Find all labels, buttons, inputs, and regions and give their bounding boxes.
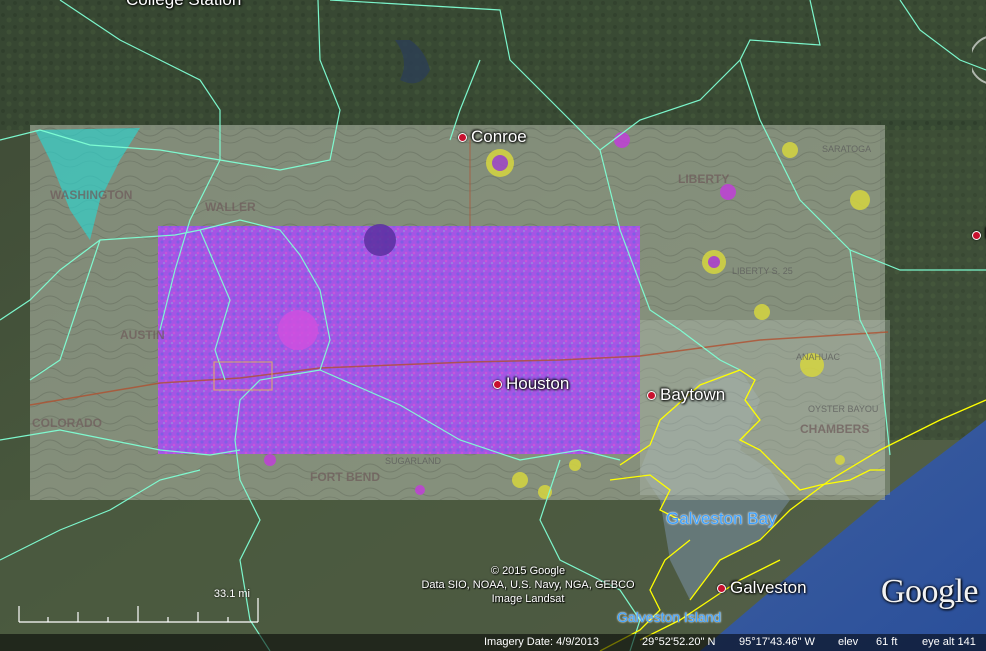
overlay-label-anahuac: ANAHUAC	[796, 352, 841, 362]
city-label-baytown[interactable]: Baytown	[647, 385, 725, 405]
map-view[interactable]: WASHINGTON WALLER AUSTIN COLORADO FORT B…	[0, 0, 986, 651]
city-name: College Station	[126, 0, 241, 10]
city-name: Baytown	[660, 385, 726, 404]
city-marker-icon	[717, 583, 726, 593]
scale-ruler-icon	[18, 598, 259, 623]
city-label-houston[interactable]: Houston	[493, 374, 569, 394]
google-logo: Google	[880, 573, 979, 610]
overlay-label-chambers: CHAMBERS	[800, 422, 870, 436]
water-label-galveston-bay[interactable]: Galveston Bay	[666, 509, 777, 529]
city-label-edge[interactable]: B	[972, 226, 986, 244]
elevation-label: elev	[838, 636, 859, 648]
city-marker-icon	[493, 379, 502, 389]
city-name: Houston	[506, 374, 570, 393]
overlay-label-oyster-bayou: OYSTER BAYOU	[808, 404, 879, 414]
longitude-readout: 95°17'43.46" W	[739, 636, 815, 648]
city-label-college-station[interactable]: College Station	[126, 0, 241, 10]
city-name: Galveston	[730, 578, 807, 597]
status-bar: Imagery Date: 4/9/2013 29°52'52.20" N 95…	[0, 634, 986, 651]
overlay-label-sugarland: SUGARLAND	[385, 456, 442, 466]
overlay-label-washington: WASHINGTON	[50, 188, 133, 202]
scale-bar: 33.1 mi	[18, 588, 260, 624]
elevation-value: 61 ft	[876, 636, 898, 648]
imagery-date: Imagery Date: 4/9/2013	[484, 636, 599, 648]
satellite-imagery	[0, 0, 986, 651]
overlay-label-waller: WALLER	[205, 200, 256, 214]
overlay-label-liberty-s: LIBERTY S. 25	[732, 266, 793, 276]
navigation-compass-icon[interactable]	[972, 20, 986, 100]
city-marker-icon	[458, 132, 467, 142]
eye-altitude: eye alt 141	[922, 636, 976, 648]
credits-line-2: Data SIO, NOAA, U.S. Navy, NGA, GEBCO	[421, 579, 635, 591]
overlay-label-austin: AUSTIN	[120, 328, 165, 342]
overlay-label-fort-bend: FORT BEND	[310, 470, 380, 484]
city-label-conroe[interactable]: Conroe	[458, 127, 527, 147]
overlay-label-saratoga: SARATOGA	[822, 144, 872, 154]
city-marker-icon	[647, 390, 656, 400]
city-name: Conroe	[471, 127, 527, 146]
water-label-galveston-island[interactable]: Galveston Island	[617, 609, 721, 625]
overlay-label-colorado: COLORADO	[32, 416, 102, 430]
overlay-label-liberty: LIBERTY	[678, 172, 730, 186]
credits-line-1: © 2015 Google	[490, 565, 566, 577]
city-marker-icon	[972, 230, 981, 240]
city-label-galveston[interactable]: Galveston	[717, 578, 807, 598]
latitude-readout: 29°52'52.20" N	[642, 636, 716, 648]
imagery-credits: © 2015 Google Data SIO, NOAA, U.S. Navy,…	[398, 564, 658, 606]
credits-line-3: Image Landsat	[491, 593, 565, 605]
